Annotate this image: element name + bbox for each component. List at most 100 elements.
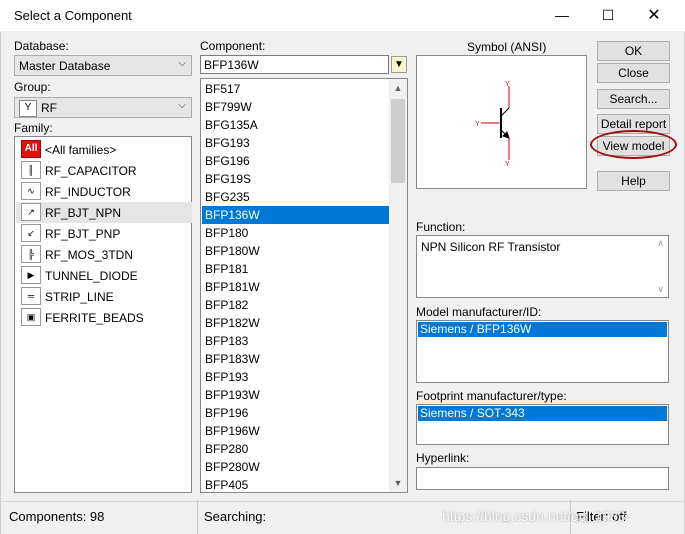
scroll-down-icon[interactable]: ▼ (389, 474, 407, 492)
component-list-item[interactable]: BFG135A (202, 116, 391, 134)
symbol-label: Symbol (ANSI) (467, 40, 547, 54)
minimize-button[interactable]: — (539, 0, 585, 32)
family-item-label: RF_MOS_3TDN (45, 248, 134, 262)
hyperlink-field[interactable] (416, 467, 669, 490)
scroll-up-icon[interactable]: ∧ (657, 238, 664, 249)
mosfet-icon: ╠ (21, 245, 41, 263)
model-list[interactable]: Siemens / BFP136W (416, 320, 669, 383)
inductor-icon: ∿ (21, 182, 41, 200)
family-item-tunnel-diode[interactable]: ▶ TUNNEL_DIODE (19, 265, 189, 286)
component-list-item[interactable]: BFG19S (202, 170, 391, 188)
component-list-item[interactable]: BFP193 (202, 368, 391, 386)
component-list-item[interactable]: BFP181W (202, 278, 391, 296)
scrollbar-thumb[interactable] (391, 99, 405, 183)
svg-text:Y: Y (505, 161, 510, 168)
npn-transistor-icon: ↗ (21, 203, 41, 221)
highlight-ellipse (590, 130, 677, 159)
rf-antenna-icon: Y (19, 100, 37, 117)
chevron-down-icon: ⌵ (178, 100, 186, 111)
function-value: NPN Silicon RF Transistor (421, 240, 561, 254)
all-families-icon: All (21, 140, 41, 158)
searching-status: Searching: (204, 509, 267, 524)
component-input-value: BFP136W (204, 58, 259, 72)
family-item-label: RF_INDUCTOR (45, 185, 131, 199)
family-list[interactable]: All <All families> ║ RF_CAPACITOR ∿ RF_I… (14, 136, 192, 493)
footprint-item[interactable]: Siemens / SOT-343 (418, 406, 667, 421)
maximize-icon: ☐ (601, 7, 615, 23)
component-list-scrollbar[interactable]: ▲ ▼ (389, 79, 407, 492)
group-select[interactable]: Y RF ⌵ (14, 97, 192, 118)
ferrite-bead-icon: ▣ (21, 308, 41, 326)
help-button[interactable]: Help (597, 171, 670, 191)
footprint-list[interactable]: Siemens / SOT-343 (416, 404, 669, 445)
component-search-input[interactable]: BFP136W (200, 55, 389, 74)
component-list-item[interactable]: BFG235 (202, 188, 391, 206)
group-label: Group: (14, 80, 51, 94)
component-list-item[interactable]: BFP181 (202, 260, 391, 278)
component-list-item[interactable]: BFP183W (202, 350, 391, 368)
tunnel-diode-icon: ▶ (21, 266, 41, 284)
family-item-label: TUNNEL_DIODE (45, 269, 138, 283)
family-item-rf-bjt-npn[interactable]: ↗ RF_BJT_NPN (16, 202, 192, 223)
filter-icon: ▼ (394, 59, 404, 70)
family-label: Family: (14, 121, 53, 135)
chevron-down-icon: ⌵ (178, 58, 186, 69)
components-count: Components: 98 (9, 509, 105, 524)
family-item-label: RF_CAPACITOR (45, 164, 137, 178)
family-item-rf-inductor[interactable]: ∿ RF_INDUCTOR (19, 181, 189, 202)
component-list-item[interactable]: BFP280W (202, 458, 391, 476)
family-item-all[interactable]: All <All families> (19, 139, 189, 160)
component-list-item[interactable]: BFP180W (202, 242, 391, 260)
component-list-item[interactable]: BFP196 (202, 404, 391, 422)
component-list-item[interactable]: BFP182W (202, 314, 391, 332)
family-item-rf-bjt-pnp[interactable]: ↙ RF_BJT_PNP (19, 223, 189, 244)
status-separator (197, 500, 198, 534)
component-list-item[interactable]: BFP136W (202, 206, 391, 224)
component-list-item[interactable]: BFP405 (202, 476, 391, 494)
group-value: RF (41, 101, 57, 115)
component-list-item[interactable]: BFP193W (202, 386, 391, 404)
family-item-label: STRIP_LINE (45, 290, 114, 304)
component-list-item[interactable]: BFP280 (202, 440, 391, 458)
symbol-preview: Y Y Y (416, 55, 587, 189)
function-label: Function: (416, 220, 466, 234)
hyperlink-label: Hyperlink: (416, 451, 470, 465)
component-list-item[interactable]: BF799W (202, 98, 391, 116)
ok-button[interactable]: OK (597, 41, 670, 61)
component-list-item[interactable]: BFP182 (202, 296, 391, 314)
family-item-label: RF_BJT_PNP (45, 227, 121, 241)
component-list-item[interactable]: BF517 (202, 80, 391, 98)
family-item-rf-mos-3tdn[interactable]: ╠ RF_MOS_3TDN (19, 244, 189, 265)
npn-transistor-symbol-icon: Y Y Y (475, 81, 510, 168)
search-button[interactable]: Search... (597, 89, 670, 109)
family-item-label: FERRITE_BEADS (45, 311, 144, 325)
component-list-item[interactable]: BFP180 (202, 224, 391, 242)
database-select[interactable]: Master Database ⌵ (14, 55, 192, 76)
close-icon: ✕ (647, 7, 661, 24)
family-item-label: RF_BJT_NPN (45, 206, 122, 220)
component-list-item[interactable]: BFG196 (202, 152, 391, 170)
watermark: https://blog.csdn.net/qq_1983 (442, 508, 626, 524)
filter-funnel-button[interactable]: ▼ (391, 56, 407, 73)
scroll-up-icon[interactable]: ▲ (389, 79, 407, 97)
component-list[interactable]: BF517 BF799W BFG135A BFG193 BFG196 BFG19S BFG2… (200, 78, 408, 493)
footprint-label: Footprint manufacturer/type: (416, 389, 567, 403)
component-list-item[interactable]: BFG193 (202, 134, 391, 152)
family-item-ferrite-beads[interactable]: ▣ FERRITE_BEADS (19, 307, 189, 328)
window-title: Select a Component (14, 8, 132, 23)
minimize-icon: — (555, 7, 569, 23)
family-item-strip-line[interactable]: ═ STRIP_LINE (19, 286, 189, 307)
scroll-down-icon[interactable]: ∨ (657, 284, 664, 295)
strip-line-icon: ═ (21, 287, 41, 305)
database-label: Database: (14, 39, 69, 53)
family-item-label: <All families> (45, 143, 117, 157)
component-list-item[interactable]: BFP183 (202, 332, 391, 350)
model-item[interactable]: Siemens / BFP136W (418, 322, 667, 337)
close-button[interactable]: Close (597, 63, 670, 83)
maximize-button[interactable]: ☐ (585, 0, 631, 32)
family-item-rf-capacitor[interactable]: ║ RF_CAPACITOR (19, 160, 189, 181)
function-text: NPN Silicon RF Transistor ∧ ∨ (416, 235, 669, 298)
component-list-item[interactable]: BFP196W (202, 422, 391, 440)
close-window-button[interactable]: ✕ (631, 0, 677, 32)
model-label: Model manufacturer/ID: (416, 305, 542, 319)
